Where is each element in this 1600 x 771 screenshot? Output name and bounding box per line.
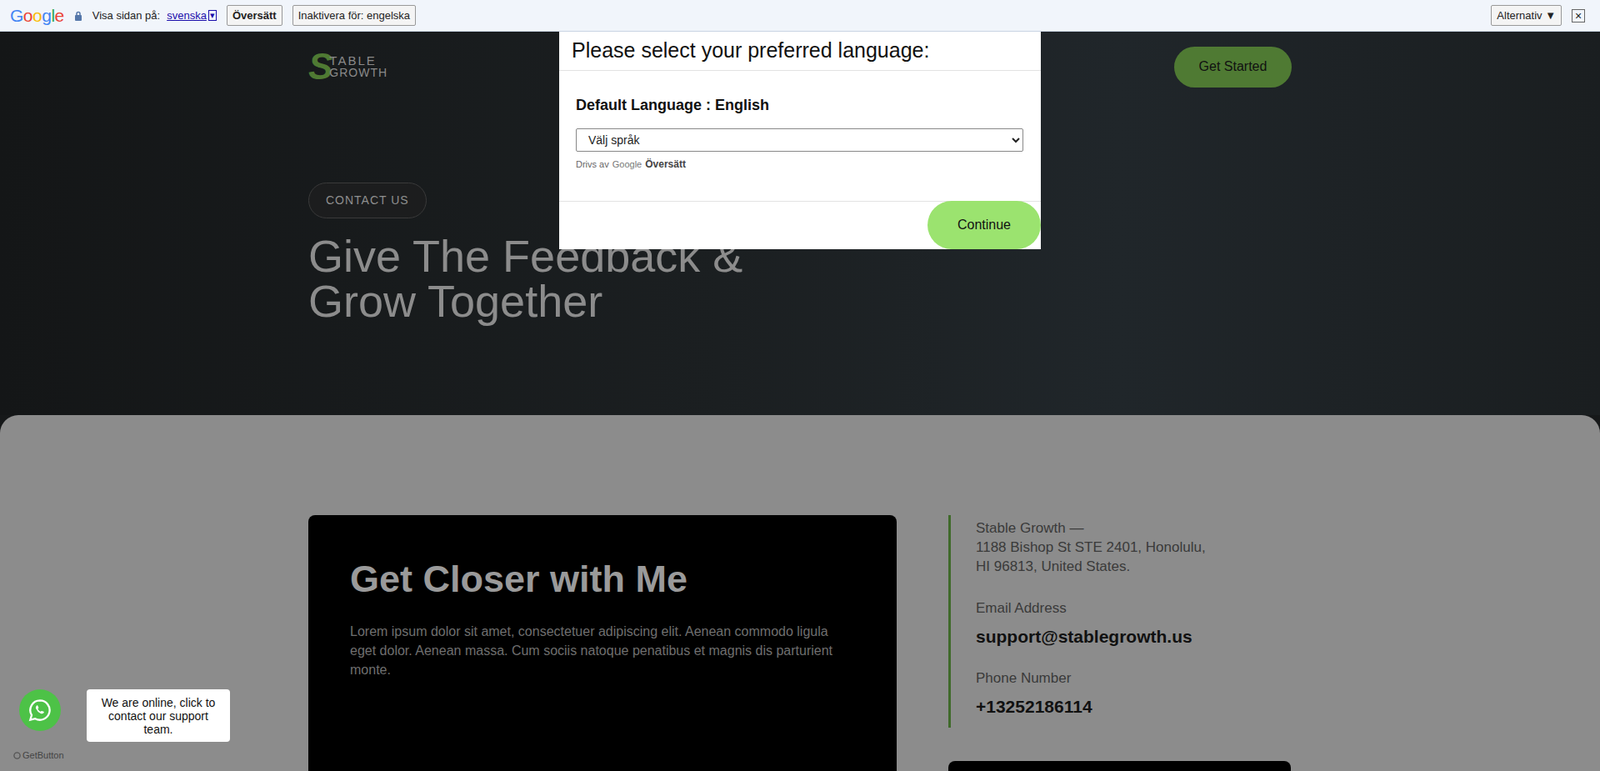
contact-value[interactable]: +13252186114 [975,695,1292,718]
contact-value[interactable]: support@stablegrowth.us [975,625,1292,648]
translate-link[interactable]: Översätt [645,156,686,172]
contact-item: Phone Number +13252186114 [975,669,1292,718]
disable-button[interactable]: Inaktivera för: engelska [292,5,416,27]
logo[interactable]: S TABLE GROWTH [308,45,388,88]
options-button[interactable]: Alternativ ▼ [1490,5,1562,27]
google-logo: Google [10,2,65,30]
language-link[interactable]: svenska ▾ [166,7,217,25]
contact-item: Email Address support@stablegrowth.us [975,599,1292,648]
contact-label: Email Address [975,599,1292,618]
contact-info: Stable Growth —1188 Bishop St STE 2401, … [948,515,1292,728]
dropdown-icon[interactable]: ▾ [208,10,217,21]
getbutton-credit[interactable]: GetButton [13,748,65,763]
translate-button[interactable]: Översätt [226,5,283,27]
hero-title-line: Grow Together [308,278,1292,324]
address-line: Stable Growth — [975,518,1292,538]
language-select[interactable]: Välj språk [575,128,1024,152]
lock-icon [74,10,83,21]
whatsapp-button[interactable] [19,689,61,731]
black-box [948,760,1291,771]
chat-bubble[interactable]: We are online, click to contact our supp… [86,689,230,742]
translate-prompt: Visa sidan på: [92,7,160,25]
address-line: HI 96813, United States. [975,556,1292,576]
getbutton-icon [13,751,21,760]
language-modal: Please select your preferred language: D… [559,31,1041,250]
contact-card: Get Closer with Me Lorem ipsum dolor sit… [308,515,897,771]
continue-button[interactable]: Continue [927,200,1041,250]
get-started-button[interactable]: Get Started [1174,46,1292,88]
contact-section: Get Closer with Me Lorem ipsum dolor sit… [0,415,1600,771]
contact-badge: CONTACT US [308,182,427,219]
close-icon[interactable]: × [1571,9,1585,23]
address-line: 1188 Bishop St STE 2401, Honolulu, [975,537,1292,557]
powered-by: Drivs av Google Översätt [575,156,1025,172]
whatsapp-icon [28,698,52,722]
contact-label: Phone Number [975,669,1292,688]
translate-bar: Google Visa sidan på: svenska ▾ Översätt… [0,0,1600,32]
